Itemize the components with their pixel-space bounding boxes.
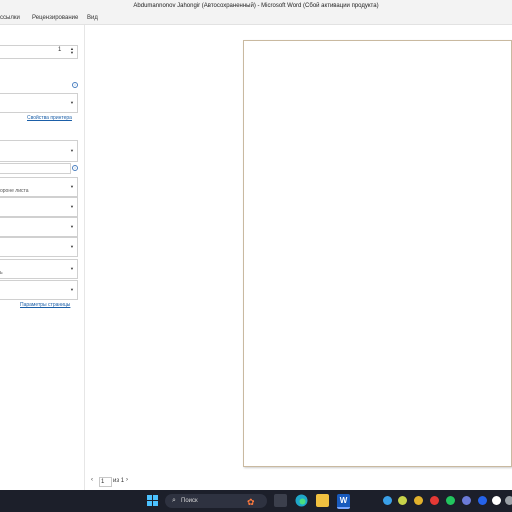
next-page-icon[interactable]: › — [126, 477, 128, 483]
page-setup-link[interactable]: Параметры страницы — [20, 302, 70, 308]
copies-value[interactable]: 1 — [58, 47, 61, 53]
taskbar: ⌕ Поиск ✿ W — [0, 490, 512, 512]
printer-properties-link[interactable]: Свойства принтера — [27, 115, 72, 121]
pages-per-sheet-dropdown[interactable]: ▼ — [0, 280, 78, 300]
copies-spinner[interactable]: ▲ ▼ — [70, 47, 74, 55]
duplex-dropdown[interactable]: ▼ ороне листа — [0, 177, 78, 197]
copies-box: 1 ▲ ▼ — [0, 45, 78, 59]
app-icon[interactable] — [505, 496, 512, 505]
yandex-icon[interactable] — [492, 496, 501, 505]
word-icon[interactable]: W — [337, 494, 350, 509]
tab-view[interactable]: Вид — [87, 12, 98, 24]
paper-size-dropdown[interactable]: ▼ — [0, 237, 78, 257]
orientation-dropdown[interactable]: ▼ — [0, 217, 78, 237]
info-icon[interactable]: i — [72, 165, 78, 171]
chevron-down-icon: ▼ — [70, 184, 74, 189]
search-placeholder: Поиск — [181, 498, 198, 504]
preview-page — [243, 40, 512, 467]
edge-icon[interactable] — [295, 494, 308, 507]
title-bar: Abdumannonov Jahongir (Автосохраненный) … — [0, 0, 512, 12]
file-explorer-icon[interactable] — [316, 494, 329, 507]
task-view-icon[interactable] — [274, 494, 287, 507]
pages-input[interactable] — [0, 163, 71, 174]
onedrive-icon[interactable] — [383, 496, 392, 505]
app-icon[interactable] — [398, 496, 407, 505]
printer-dropdown[interactable]: ▼ — [0, 93, 78, 113]
print-settings-panel: 1 ▲ ▼ i ▼ Свойства принтера ▼ i ▼ ороне л… — [0, 25, 85, 490]
chevron-down-icon: ▼ — [70, 148, 74, 153]
duplex-hint: ороне листа — [0, 188, 29, 194]
margins-hint: ь — [0, 270, 3, 276]
tab-review[interactable]: Рецензирование — [32, 12, 78, 24]
margins-dropdown[interactable]: ▼ ь — [0, 259, 78, 279]
window-title: Abdumannonov Jahongir (Автосохраненный) … — [133, 3, 379, 9]
opera-icon[interactable] — [430, 496, 439, 505]
prev-page-icon[interactable]: ‹ — [91, 477, 93, 483]
chevron-down-icon: ▼ — [70, 204, 74, 209]
info-icon[interactable]: i — [72, 82, 78, 88]
ribbon-tabs: ссылки Рецензирование Вид — [0, 12, 512, 25]
bluetooth-icon[interactable] — [478, 496, 487, 505]
chevron-down-icon: ▼ — [70, 287, 74, 292]
page-count: из 1 — [113, 478, 125, 484]
chevron-down-icon: ▼ — [70, 100, 74, 105]
current-page-input[interactable]: 1 — [99, 477, 112, 487]
search-icon: ⌕ — [172, 497, 176, 504]
taskbar-search[interactable]: ⌕ Поиск ✿ — [165, 494, 267, 508]
app-icon[interactable] — [446, 496, 455, 505]
app-icon[interactable] — [462, 496, 471, 505]
collate-dropdown[interactable]: ▼ — [0, 197, 78, 217]
chevron-down-icon: ▼ — [70, 266, 74, 271]
print-range-dropdown[interactable]: ▼ — [0, 140, 78, 162]
start-icon[interactable] — [146, 494, 159, 507]
app-icon[interactable] — [414, 496, 423, 505]
search-highlight-icon: ✿ — [247, 497, 255, 507]
chevron-down-icon: ▼ — [70, 224, 74, 229]
chevron-down-icon: ▼ — [70, 244, 74, 249]
tab-references[interactable]: ссылки — [0, 12, 20, 24]
